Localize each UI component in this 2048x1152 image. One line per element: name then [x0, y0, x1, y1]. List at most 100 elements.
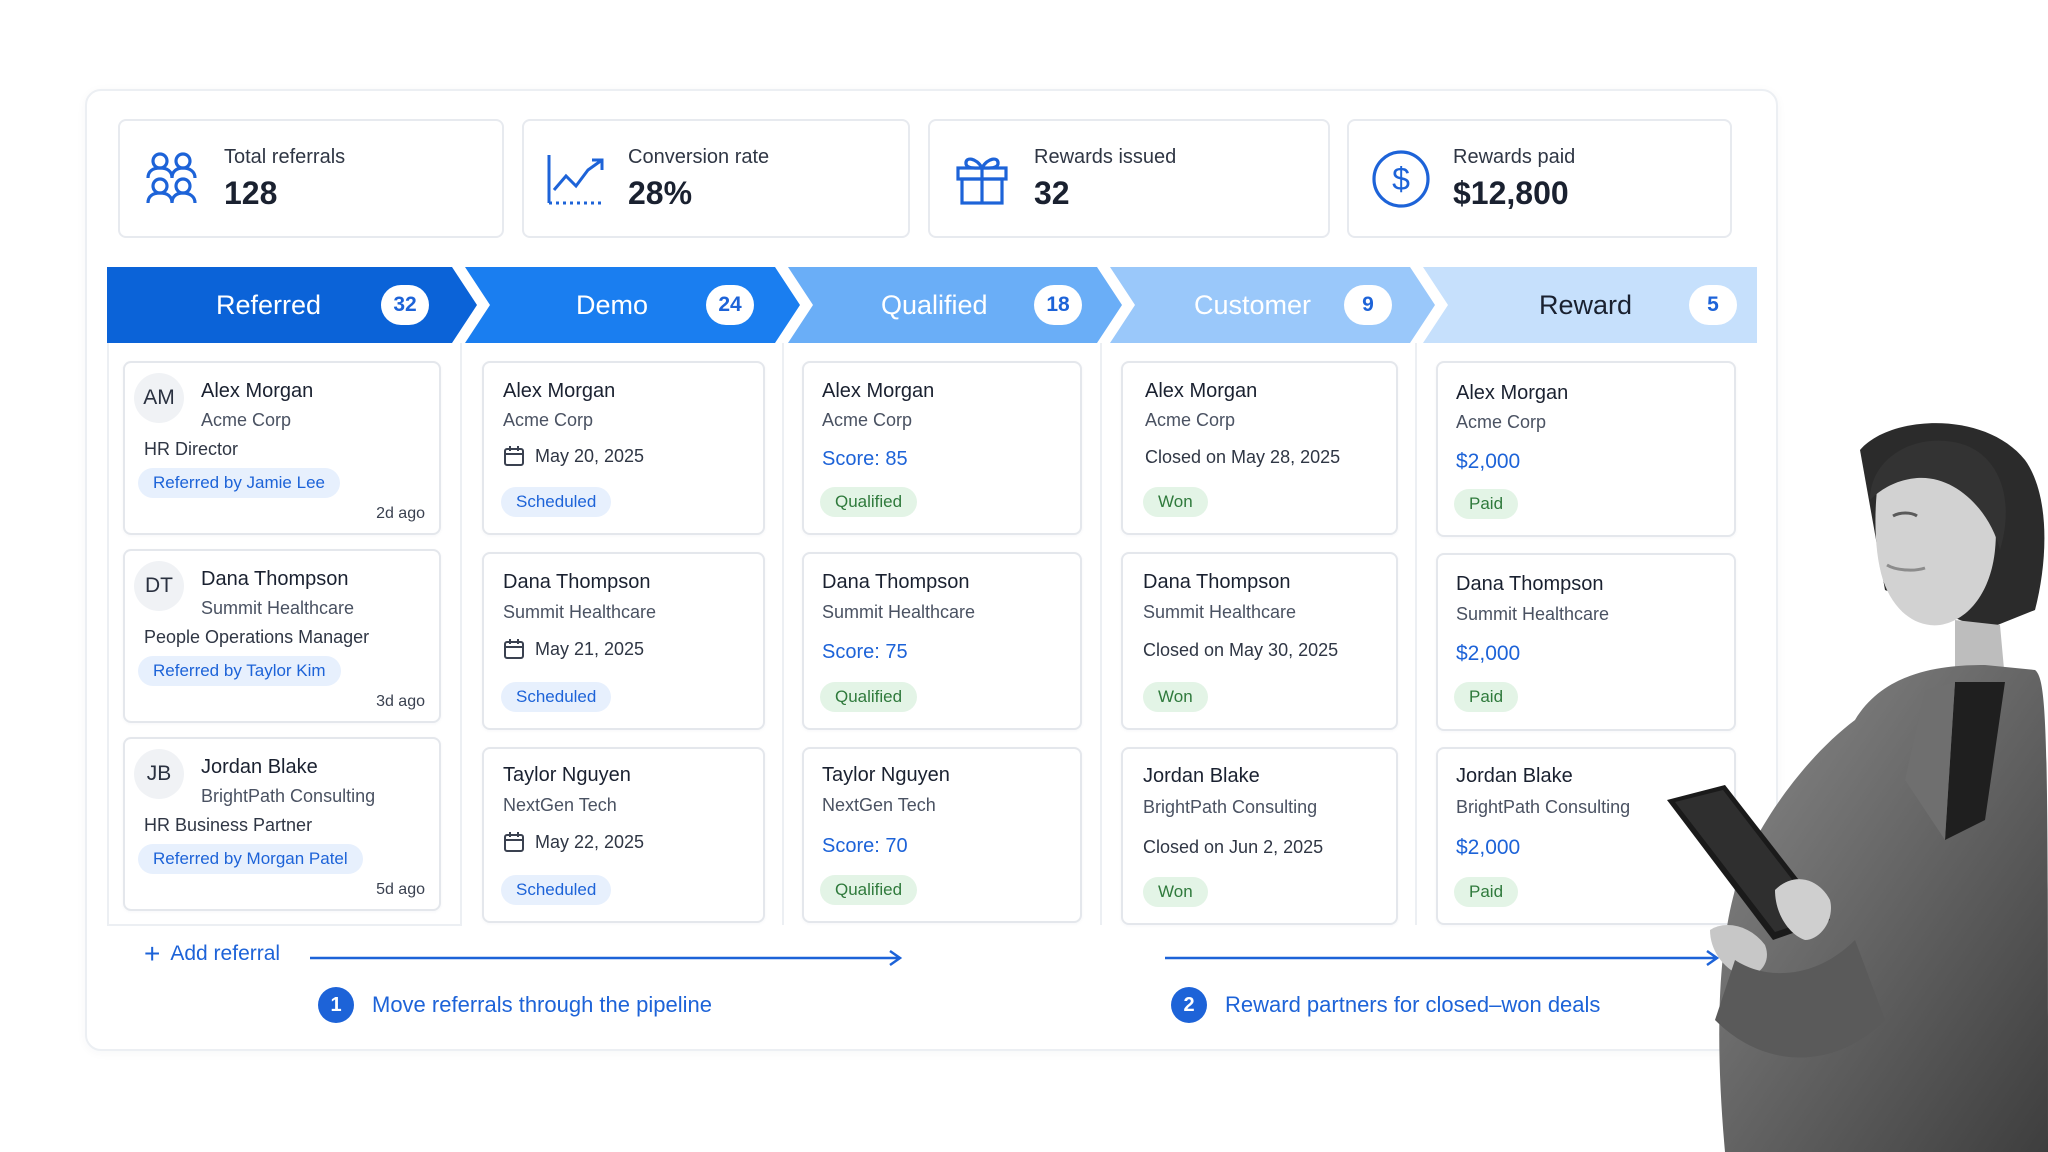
stat-total-referrals: Total referrals 128 [118, 119, 504, 238]
step-text: Reward partners for closed–won deals [1225, 992, 1601, 1017]
stage-label: Reward [1539, 289, 1633, 320]
demo-card[interactable]: Dana Thompson Summit Healthcare May 21, … [482, 552, 765, 730]
stage-reward[interactable]: Reward 5 [1423, 267, 1757, 343]
contact-name: Alex Morgan [822, 380, 935, 402]
status-badge: Scheduled [501, 487, 612, 517]
time-ago: 3d ago [376, 693, 425, 710]
reward-amount: $2,000 [1456, 642, 1521, 665]
reward-amount: $2,000 [1456, 836, 1521, 859]
step-text: Move referrals through the pipeline [372, 992, 712, 1017]
stage-referred[interactable]: Referred 32 [107, 267, 452, 343]
step-2-hint: 2 Reward partners for closed–won deals [1171, 987, 1600, 1023]
contact-name: Jordan Blake [1456, 765, 1573, 787]
demo-date: May 20, 2025 [503, 445, 644, 467]
contact-name: Taylor Nguyen [503, 764, 631, 786]
stat-value: $12,800 [1453, 174, 1569, 211]
customer-card[interactable]: Jordan Blake BrightPath Consulting Close… [1121, 747, 1398, 925]
avatar: AM [134, 373, 184, 423]
demo-date-text: May 22, 2025 [535, 831, 645, 852]
stat-rewards-issued: Rewards issued 32 [928, 119, 1330, 238]
company-name: BrightPath Consulting [1456, 797, 1631, 817]
customer-card[interactable]: Dana Thompson Summit Healthcare Closed o… [1121, 552, 1398, 730]
stat-label: Rewards issued [1034, 145, 1177, 168]
add-referral-button[interactable]: + Add referral [144, 940, 280, 968]
company-name: Summit Healthcare [822, 602, 976, 622]
contact-name: Dana Thompson [201, 568, 349, 590]
lead-score: Score: 75 [822, 641, 908, 663]
status-badge: Won [1143, 487, 1208, 517]
company-name: NextGen Tech [503, 795, 617, 815]
status-badge: Paid [1454, 489, 1519, 519]
company-name: Summit Healthcare [1143, 602, 1297, 622]
contact-role: HR Director [144, 439, 239, 459]
contact-name: Taylor Nguyen [822, 764, 950, 786]
status-badge: Qualified [820, 682, 918, 712]
demo-date: May 21, 2025 [503, 638, 644, 660]
status-badge: Paid [1454, 682, 1519, 712]
step-number: 1 [318, 987, 354, 1023]
stat-value: 128 [224, 174, 278, 211]
contact-name: Alex Morgan [1145, 380, 1258, 402]
gift-icon [952, 149, 1012, 209]
calendar-icon [504, 639, 524, 659]
closed-date: Closed on May 30, 2025 [1143, 640, 1339, 660]
contact-name: Alex Morgan [503, 380, 616, 402]
customer-card[interactable]: Alex Morgan Acme Corp Closed on May 28, … [1121, 361, 1398, 535]
stage-customer[interactable]: Customer 9 [1110, 267, 1410, 343]
referrer-badge: Referred by Jamie Lee [138, 468, 340, 498]
company-name: Summit Healthcare [201, 598, 355, 618]
referral-card[interactable]: DT Dana Thompson Summit Healthcare Peopl… [123, 549, 441, 723]
time-ago: 2d ago [376, 505, 425, 522]
contact-name: Alex Morgan [1456, 382, 1569, 404]
status-badge: Qualified [820, 487, 918, 517]
stage-count-badge: 24 [706, 285, 754, 325]
company-name: Acme Corp [201, 410, 292, 430]
trend-up-icon [546, 149, 606, 209]
stat-label: Rewards paid [1453, 145, 1576, 168]
status-badge: Scheduled [501, 682, 612, 712]
company-name: Summit Healthcare [1456, 604, 1610, 624]
demo-date: May 22, 2025 [503, 831, 644, 853]
contact-name: Jordan Blake [201, 756, 318, 778]
stage-count-badge: 9 [1344, 285, 1392, 325]
qualified-card[interactable]: Taylor Nguyen NextGen Tech Score: 70 Qua… [802, 747, 1082, 923]
avatar: JB [134, 749, 184, 799]
contact-name: Dana Thompson [822, 571, 970, 593]
calendar-icon [504, 832, 524, 852]
demo-date-text: May 20, 2025 [535, 445, 645, 466]
status-badge: Won [1143, 682, 1208, 712]
flow-arrow-icon [1165, 949, 1720, 967]
status-badge: Qualified [820, 875, 918, 905]
lead-score: Score: 70 [822, 835, 908, 857]
add-referral-label: Add referral [170, 942, 281, 965]
stat-value: 32 [1034, 174, 1070, 211]
qualified-card[interactable]: Dana Thompson Summit Healthcare Score: 7… [802, 552, 1082, 730]
stage-label: Demo [576, 289, 649, 320]
referral-card[interactable]: AM Alex Morgan Acme Corp HR Director Ref… [123, 361, 441, 535]
contact-name: Dana Thompson [1143, 571, 1291, 593]
company-name: Acme Corp [1145, 410, 1236, 430]
demo-card[interactable]: Alex Morgan Acme Corp May 20, 2025 Sched… [482, 361, 765, 535]
referral-card[interactable]: JB Jordan Blake BrightPath Consulting HR… [123, 737, 441, 911]
demo-card[interactable]: Taylor Nguyen NextGen Tech May 22, 2025 … [482, 747, 765, 923]
status-badge: Scheduled [501, 875, 612, 905]
contact-role: HR Business Partner [144, 815, 313, 835]
stage-label: Customer [1194, 289, 1312, 320]
closed-date: Closed on Jun 2, 2025 [1143, 837, 1324, 857]
closed-date: Closed on May 28, 2025 [1145, 447, 1341, 467]
company-name: Acme Corp [822, 410, 913, 430]
referrer-badge: Referred by Morgan Patel [138, 844, 363, 874]
stage-label: Qualified [881, 289, 988, 320]
contact-name: Dana Thompson [503, 571, 651, 593]
flow-arrow-icon [310, 949, 903, 967]
stage-qualified[interactable]: Qualified 18 [788, 267, 1097, 343]
calendar-icon [504, 446, 524, 466]
stage-demo[interactable]: Demo 24 [465, 267, 775, 343]
stat-conversion-rate: Conversion rate 28% [522, 119, 910, 238]
stage-count-badge: 5 [1689, 285, 1737, 325]
avatar: DT [134, 561, 184, 611]
qualified-card[interactable]: Alex Morgan Acme Corp Score: 85 Qualifie… [802, 361, 1082, 535]
stage-count-badge: 18 [1034, 285, 1082, 325]
company-name: NextGen Tech [822, 795, 936, 815]
reward-amount: $2,000 [1456, 450, 1521, 473]
